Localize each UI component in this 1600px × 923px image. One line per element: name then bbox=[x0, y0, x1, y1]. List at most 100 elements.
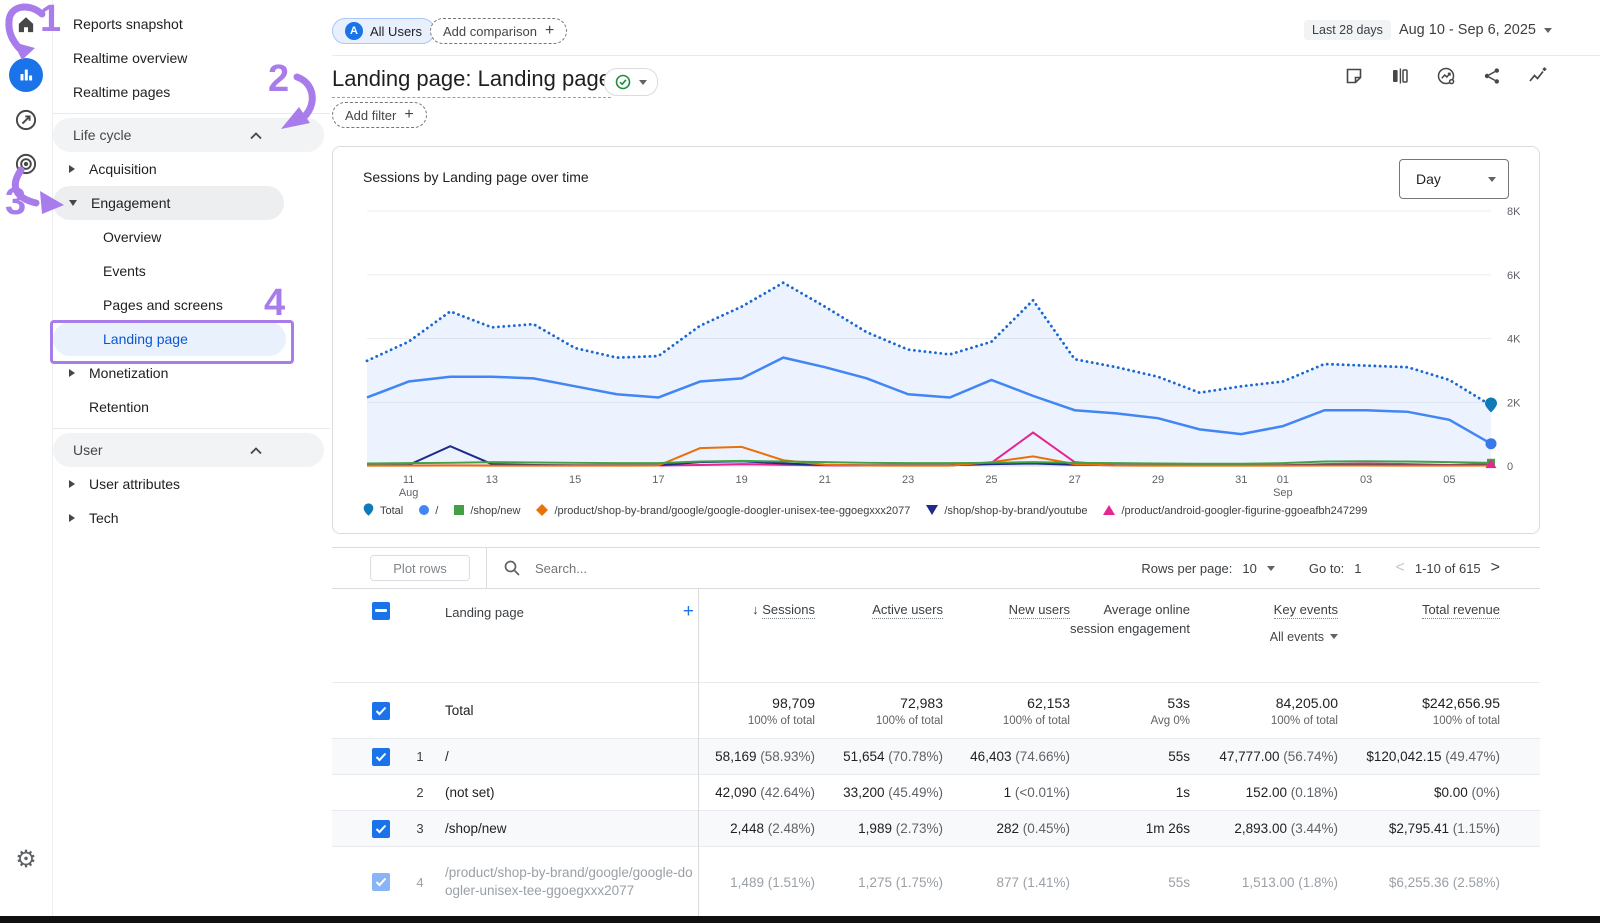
row-checkbox[interactable] bbox=[372, 702, 390, 720]
column-header[interactable]: New users bbox=[1009, 602, 1070, 619]
data-quality-pill[interactable] bbox=[604, 68, 658, 96]
advertising-icon[interactable] bbox=[14, 152, 38, 176]
collapsed-triangle-icon[interactable] bbox=[69, 514, 75, 522]
sidebar-item-monetization[interactable]: Monetization bbox=[53, 356, 330, 390]
explore-icon[interactable] bbox=[14, 108, 38, 132]
home-icon[interactable] bbox=[15, 14, 37, 36]
legend-triangle-up-marker bbox=[1103, 505, 1115, 518]
next-page-icon[interactable]: > bbox=[1491, 559, 1500, 577]
chevron-up-icon[interactable] bbox=[250, 127, 262, 143]
svg-text:01: 01 bbox=[1277, 474, 1289, 486]
collapsed-triangle-icon[interactable] bbox=[69, 480, 75, 488]
sidebar-item-retention[interactable]: Retention bbox=[53, 390, 330, 424]
svg-text:17: 17 bbox=[652, 474, 664, 486]
sidebar-item-tech[interactable]: Tech bbox=[53, 501, 330, 535]
page-title[interactable]: Landing page: Landing page bbox=[332, 66, 611, 98]
sidebar-item-engagement[interactable]: Engagement bbox=[53, 186, 284, 220]
sidebar-item-events[interactable]: Events bbox=[53, 254, 330, 288]
chevron-up-icon[interactable] bbox=[250, 442, 262, 458]
legend-square-marker bbox=[454, 505, 464, 518]
metric-cell: 1m 26s bbox=[1070, 821, 1190, 836]
row-checkbox[interactable] bbox=[372, 748, 390, 766]
chevron-down-icon bbox=[1488, 177, 1496, 182]
reports-active-circle bbox=[9, 58, 43, 92]
metric-cell: 282 (0.45%) bbox=[943, 821, 1070, 836]
metric-cell: $2,795.41 (1.15%) bbox=[1338, 821, 1500, 836]
row-checkbox[interactable] bbox=[372, 873, 390, 891]
add-comparison-button[interactable]: Add comparison + bbox=[430, 18, 567, 44]
table-row[interactable]: 3/shop/new2,448 (2.48%)1,989 (2.73%)282 … bbox=[332, 811, 1540, 847]
sidebar-item-pages-and-screens[interactable]: Pages and screens bbox=[53, 288, 330, 322]
collapsed-triangle-icon[interactable] bbox=[69, 369, 75, 377]
legend-triangle-down-marker bbox=[926, 505, 938, 518]
all-users-segment-chip[interactable]: A All Users bbox=[332, 18, 435, 44]
sidebar-item-user[interactable]: User bbox=[53, 433, 324, 467]
sessions-line-chart[interactable]: 02K4K6K8K11Aug1315171921232527293101Sep0… bbox=[361, 203, 1541, 513]
sidebar-item-life-cycle[interactable]: Life cycle bbox=[53, 118, 324, 152]
sidebar-item-reports-snapshot[interactable]: Reports snapshot bbox=[53, 7, 330, 41]
legend-item[interactable]: /product/shop-by-brand/google/google-doo… bbox=[536, 504, 910, 519]
select-all-checkbox[interactable] bbox=[372, 602, 390, 620]
plot-rows-button[interactable]: Plot rows bbox=[370, 555, 470, 581]
expanded-triangle-icon[interactable] bbox=[69, 200, 77, 206]
column-header[interactable]: Key events bbox=[1274, 602, 1338, 619]
events-filter[interactable]: All events bbox=[1270, 628, 1338, 646]
legend-item[interactable]: /shop/shop-by-brand/youtube bbox=[926, 505, 1087, 518]
plus-icon: + bbox=[545, 22, 554, 40]
column-header[interactable]: Total revenue bbox=[1422, 602, 1500, 619]
column-header[interactable]: Sessions bbox=[762, 602, 815, 619]
add-filter-button[interactable]: Add filter + bbox=[332, 102, 427, 128]
table-row[interactable]: 1/58,169 (58.93%)51,654 (70.78%)46,403 (… bbox=[332, 739, 1540, 775]
row-checkbox[interactable] bbox=[372, 820, 390, 838]
compare-reports-icon[interactable] bbox=[1390, 66, 1410, 91]
share-icon[interactable] bbox=[1482, 66, 1502, 91]
svg-text:05: 05 bbox=[1443, 474, 1455, 486]
svg-text:2K: 2K bbox=[1507, 397, 1521, 409]
metric-cell: $120,042.15 (49.47%) bbox=[1338, 749, 1500, 764]
metric-cell: 33,200 (45.49%) bbox=[815, 785, 943, 800]
table-row[interactable]: 2(not set)42,090 (42.64%)33,200 (45.49%)… bbox=[332, 775, 1540, 811]
svg-text:21: 21 bbox=[819, 474, 831, 486]
svg-text:11: 11 bbox=[403, 474, 414, 486]
landing-page-table: Plot rows Rows per page: 10 Go to: 1 < 1… bbox=[332, 547, 1540, 916]
dimension-header[interactable]: Landing page bbox=[445, 605, 524, 620]
legend-drop-marker bbox=[363, 503, 374, 519]
sidebar-item-overview[interactable]: Overview bbox=[53, 220, 330, 254]
legend-item[interactable]: / bbox=[419, 505, 438, 518]
segment-label: All Users bbox=[370, 24, 422, 39]
insights-icon[interactable] bbox=[1436, 66, 1456, 91]
chevron-down-icon[interactable] bbox=[1267, 566, 1275, 571]
column-header[interactable]: Active users bbox=[872, 602, 943, 619]
sidebar-item-landing-page[interactable]: Landing page bbox=[53, 322, 286, 356]
reports-icon[interactable] bbox=[9, 58, 43, 92]
metric-cell: 152.00 (0.18%) bbox=[1190, 785, 1338, 800]
legend-item[interactable]: Total bbox=[363, 503, 403, 519]
table-row[interactable]: 4/product/shop-by-brand/google/google-do… bbox=[332, 847, 1540, 917]
settings-gear-icon[interactable]: ⚙ bbox=[15, 848, 37, 872]
metric-cell: 42,090 (42.64%) bbox=[698, 785, 815, 800]
sidebar-item-user-attributes[interactable]: User attributes bbox=[53, 467, 330, 501]
goto-value[interactable]: 1 bbox=[1354, 561, 1361, 576]
add-dimension-icon[interactable]: + bbox=[683, 601, 694, 623]
data-quality-check-icon bbox=[615, 74, 631, 90]
metric-cell: 1,513.00 (1.8%) bbox=[1190, 875, 1338, 890]
goto-label: Go to: bbox=[1309, 561, 1344, 576]
sidebar-divider bbox=[53, 113, 330, 114]
sparkline-icon[interactable] bbox=[1528, 66, 1548, 91]
granularity-select[interactable]: Day bbox=[1399, 159, 1509, 199]
rows-per-page-value[interactable]: 10 bbox=[1242, 561, 1256, 576]
sidebar-item-acquisition[interactable]: Acquisition bbox=[53, 152, 330, 186]
legend-item[interactable]: /shop/new bbox=[454, 505, 520, 518]
metric-cell: 47,777.00 (56.74%) bbox=[1190, 749, 1338, 764]
date-range-picker[interactable]: Last 28 days Aug 10 - Sep 6, 2025 bbox=[1304, 20, 1552, 40]
search-input[interactable] bbox=[533, 560, 697, 577]
note-icon[interactable] bbox=[1344, 66, 1364, 91]
collapsed-triangle-icon[interactable] bbox=[69, 165, 75, 173]
prev-page-icon[interactable]: < bbox=[1396, 559, 1405, 577]
column-header[interactable]: Average online session engagement bbox=[1070, 602, 1190, 636]
svg-text:4K: 4K bbox=[1507, 334, 1521, 346]
row-index: 4 bbox=[400, 875, 440, 890]
svg-text:13: 13 bbox=[486, 474, 498, 486]
legend-item[interactable]: /product/android-googler-figurine-ggoeaf… bbox=[1103, 505, 1367, 518]
plus-icon: + bbox=[404, 106, 413, 124]
